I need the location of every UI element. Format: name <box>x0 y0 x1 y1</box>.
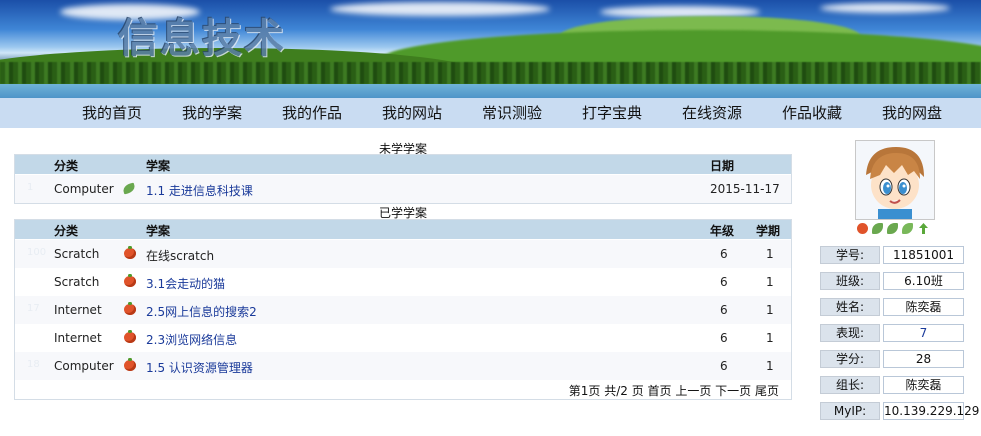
pagination[interactable]: 第1页 共/2 页 首页 上一页 下一页 尾页 <box>569 382 779 399</box>
my-ip-label: MyIP: <box>820 402 880 420</box>
row-category: Internet <box>54 331 102 345</box>
leaf-badge-icon <box>872 223 883 234</box>
credits-value: 28 <box>883 350 964 368</box>
nav-typing[interactable]: 打字宝典 <box>582 98 642 128</box>
info-row: 学分: 28 <box>820 350 964 368</box>
table-header: 分类 学案 日期 <box>15 155 791 174</box>
tomato-icon <box>124 246 136 259</box>
row-term: 1 <box>766 303 774 317</box>
header-category: 分类 <box>54 159 79 173</box>
name-label: 姓名: <box>820 298 880 316</box>
row-category: Computer <box>54 182 114 196</box>
credits-label: 学分: <box>820 350 880 368</box>
tomato-icon <box>124 274 136 287</box>
info-row: 表现: 7 <box>820 324 964 342</box>
info-row: 学号: 11851001 <box>820 246 964 264</box>
nav-my-plans[interactable]: 我的学案 <box>182 98 242 128</box>
student-id-label: 学号: <box>820 246 880 264</box>
row-grade: 6 <box>720 359 728 373</box>
tomato-icon <box>124 302 136 315</box>
row-number: 17 <box>27 303 40 314</box>
leaf-badge-icon <box>902 223 913 234</box>
info-row: MyIP: 10.139.229.129 <box>820 402 980 420</box>
info-row: 班级: 6.10班 <box>820 272 964 290</box>
nav-resources[interactable]: 在线资源 <box>682 98 742 128</box>
nav-my-site[interactable]: 我的网站 <box>382 98 442 128</box>
header-grade: 年级 <box>710 224 735 238</box>
row-term: 1 <box>766 275 774 289</box>
header-category: 分类 <box>54 224 79 238</box>
row-plan-link[interactable]: 3.1会走动的猫 <box>146 275 225 292</box>
row-grade: 6 <box>720 303 728 317</box>
nav-my-works[interactable]: 我的作品 <box>282 98 342 128</box>
unlearned-table: 分类 学案 日期 1 Computer 1.1 走进信息科技课 2015-11-… <box>14 154 792 204</box>
row-plan-link[interactable]: 在线scratch <box>146 247 214 264</box>
leaf-badge-icon <box>887 223 898 234</box>
row-date: 2015-11-17 <box>710 182 780 196</box>
banner: 信息技术 <box>0 0 981 98</box>
nav-home[interactable]: 我的首页 <box>82 98 142 128</box>
info-row: 组长: 陈奕磊 <box>820 376 964 394</box>
table-header: 分类 学案 年级 学期 <box>15 220 791 239</box>
class-label: 班级: <box>820 272 880 290</box>
performance-label: 表现: <box>820 324 880 342</box>
row-number: 18 <box>27 359 40 370</box>
learned-table: 分类 学案 年级 学期 100 Scratch 在线scratch 6 1 Sc… <box>14 219 792 400</box>
avatar <box>855 140 935 220</box>
row-number: 1 <box>27 182 34 193</box>
tomato-icon <box>124 330 136 343</box>
nav-quiz[interactable]: 常识测验 <box>482 98 542 128</box>
row-category: Computer <box>54 359 114 373</box>
class-value: 6.10班 <box>883 272 964 290</box>
row-term: 1 <box>766 331 774 345</box>
row-plan-link[interactable]: 2.3浏览网络信息 <box>146 331 237 348</box>
row-term: 1 <box>766 359 774 373</box>
header-plan: 学案 <box>146 224 171 238</box>
info-row: 姓名: 陈奕磊 <box>820 298 964 316</box>
avatar-image <box>856 141 934 219</box>
student-id-value: 11851001 <box>883 246 964 264</box>
main-nav: 我的首页 我的学案 我的作品 我的网站 常识测验 打字宝典 在线资源 作品收藏 … <box>0 98 981 128</box>
row-number: 100 <box>27 247 47 258</box>
leaf-icon <box>122 182 136 195</box>
name-value: 陈奕磊 <box>883 298 964 316</box>
table-row: Internet 2.3浏览网络信息 6 1 <box>15 324 791 352</box>
row-plan-link[interactable]: 1.5 认识资源管理器 <box>146 359 253 376</box>
nav-favorites[interactable]: 作品收藏 <box>782 98 842 128</box>
my-ip-value: 10.139.229.129 <box>883 402 980 420</box>
up-arrow-icon <box>918 223 929 234</box>
table-row: Scratch 3.1会走动的猫 6 1 <box>15 268 791 296</box>
row-category: Internet <box>54 303 102 317</box>
table-row: 17 Internet 2.5网上信息的搜索2 6 1 <box>15 296 791 324</box>
performance-value[interactable]: 7 <box>883 324 964 342</box>
table-row: 1 Computer 1.1 走进信息科技课 2015-11-17 <box>15 175 791 203</box>
row-grade: 6 <box>720 331 728 345</box>
nav-netdisk[interactable]: 我的网盘 <box>882 98 942 128</box>
tomato-icon <box>124 358 136 371</box>
table-row: 100 Scratch 在线scratch 6 1 <box>15 240 791 268</box>
header-date: 日期 <box>710 159 735 173</box>
header-plan: 学案 <box>146 159 171 173</box>
row-grade: 6 <box>720 247 728 261</box>
row-plan-link[interactable]: 1.1 走进信息科技课 <box>146 182 253 199</box>
row-term: 1 <box>766 247 774 261</box>
row-grade: 6 <box>720 275 728 289</box>
tomato-badge-icon <box>857 223 868 234</box>
row-plan-link[interactable]: 2.5网上信息的搜索2 <box>146 303 257 320</box>
row-category: Scratch <box>54 247 100 261</box>
banner-title: 信息技术 <box>118 16 286 62</box>
table-row: 18 Computer 1.5 认识资源管理器 6 1 <box>15 352 791 380</box>
row-category: Scratch <box>54 275 100 289</box>
group-leader-value: 陈奕磊 <box>883 376 964 394</box>
group-leader-label: 组长: <box>820 376 880 394</box>
header-term: 学期 <box>756 224 781 238</box>
